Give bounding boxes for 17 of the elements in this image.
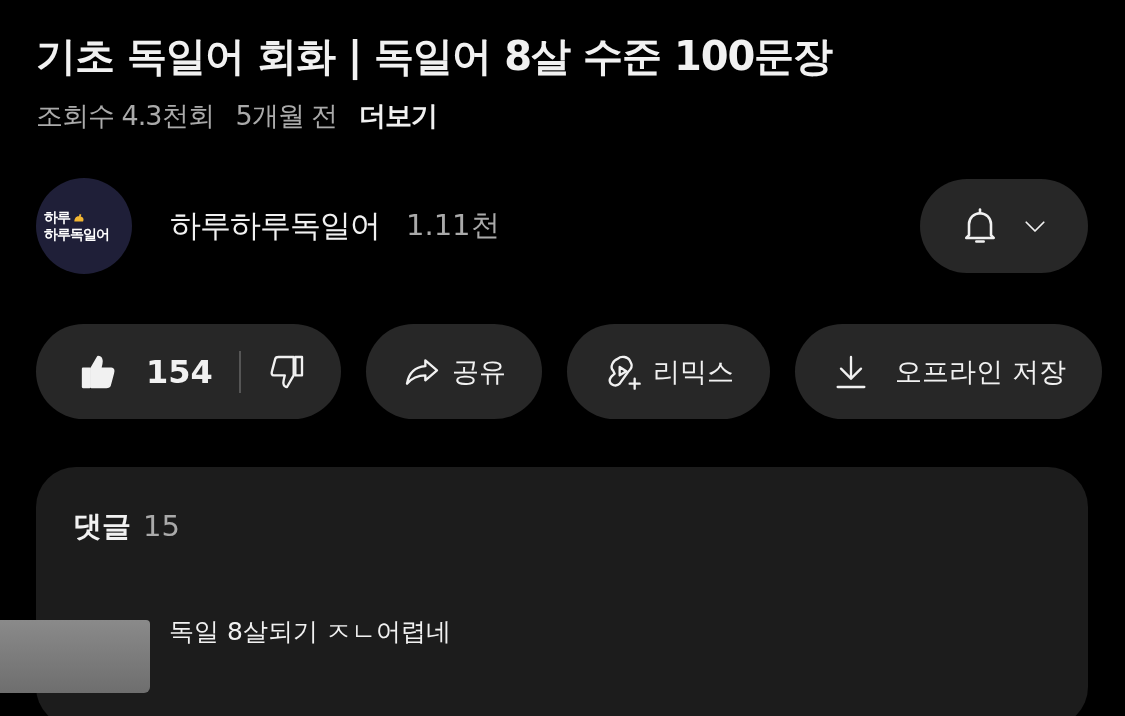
more-link[interactable]: 더보기 [359, 98, 438, 134]
like-button[interactable]: 154 [78, 351, 213, 392]
remix-button[interactable]: 리믹스 [567, 324, 770, 419]
upload-age: 5개월 전 [235, 99, 338, 133]
comment-count: 15 [143, 509, 180, 543]
video-title: 기초 독일어 회화 | 독일어 8살 수준 100문장 [36, 32, 834, 82]
channel-avatar[interactable]: 하루 하루독일어 [36, 178, 132, 274]
avatar-text: 하루독일어 [44, 226, 110, 243]
comments-card[interactable]: 댓글 15 독일 8살되기 ㅈㄴ어렵네 [36, 467, 1088, 716]
subscriber-count: 1.11천 [406, 207, 500, 244]
comment-preview: 독일 8살되기 ㅈㄴ어렵네 [169, 616, 452, 648]
comments-label: 댓글 [73, 508, 131, 545]
download-button[interactable]: 오프라인 저장 [795, 324, 1102, 419]
view-count: 조회수 4.3천회 [36, 99, 214, 133]
avatar-text: 하루 [44, 209, 70, 226]
channel-name[interactable]: 하루하루독일어 [170, 205, 380, 247]
share-button[interactable]: 공유 [366, 324, 542, 419]
